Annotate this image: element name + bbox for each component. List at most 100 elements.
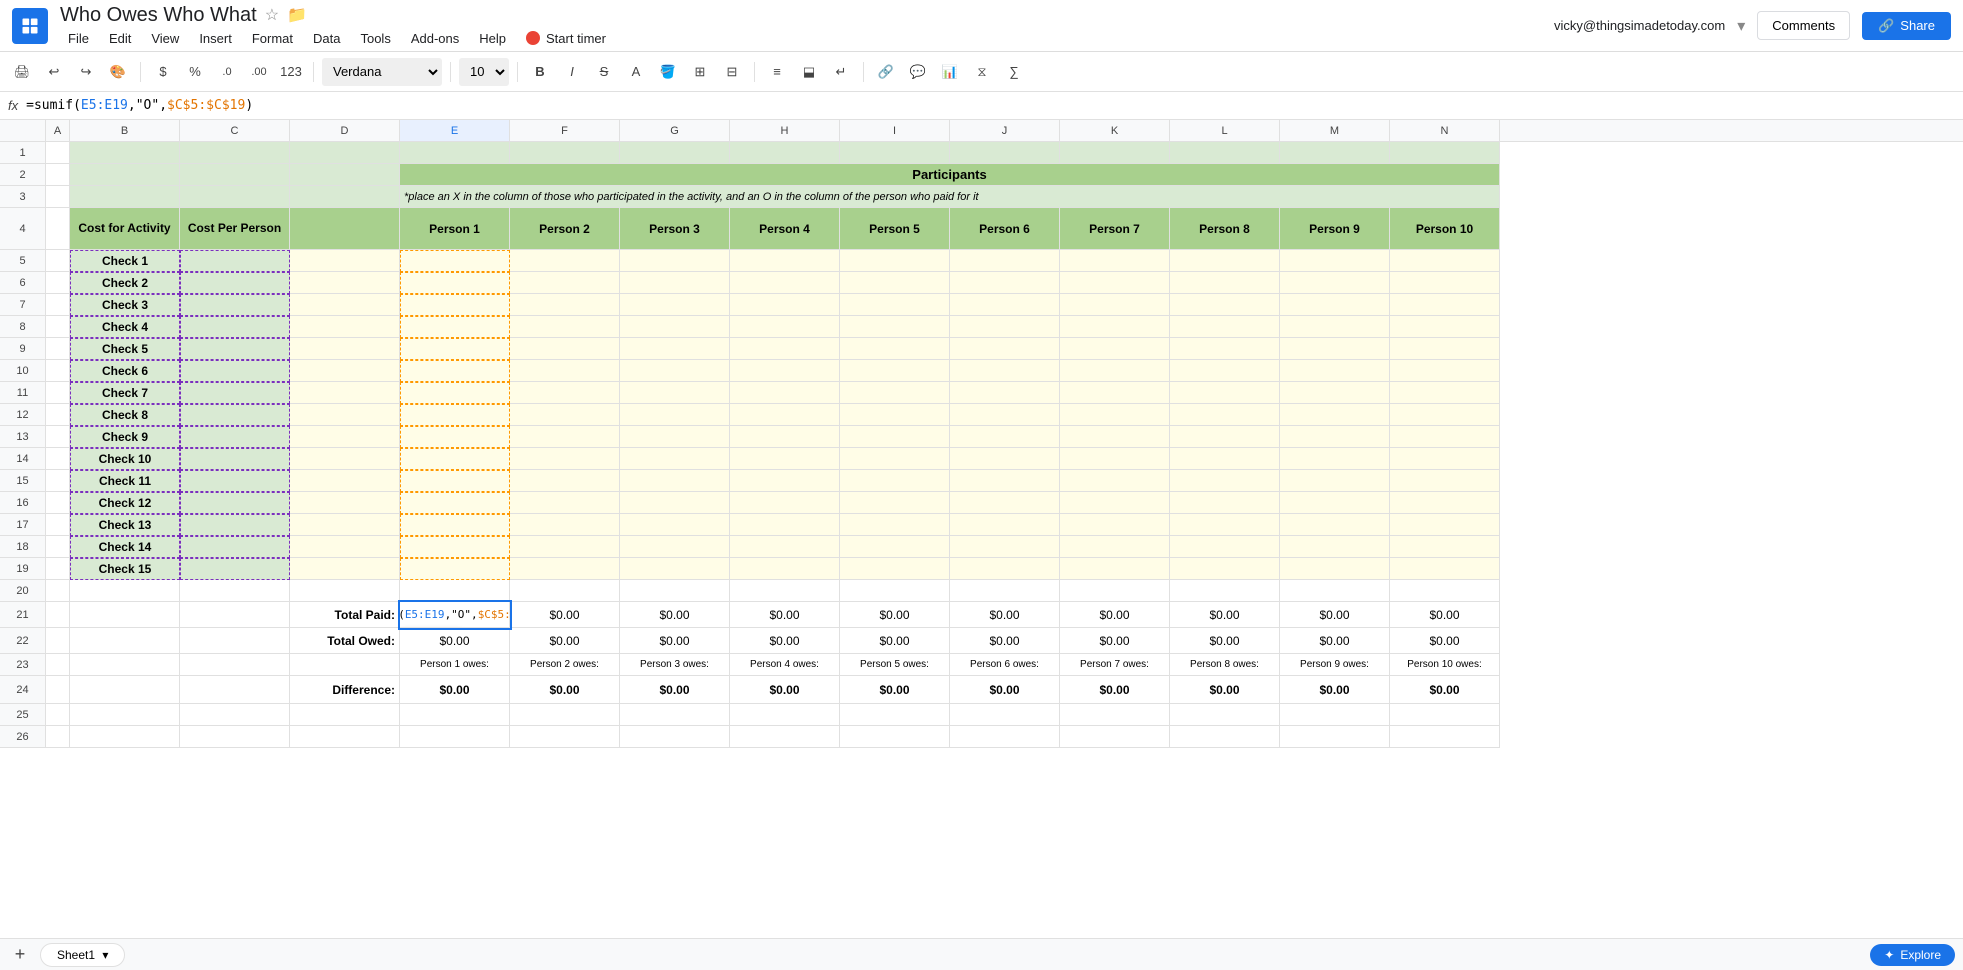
cell-l5[interactable]: [1170, 250, 1280, 272]
cell-i21[interactable]: $0.00: [840, 602, 950, 628]
cell-j16[interactable]: [950, 492, 1060, 514]
cell-g22[interactable]: $0.00: [620, 628, 730, 654]
comment-button[interactable]: 💬: [904, 58, 932, 86]
cell-a9[interactable]: [46, 338, 70, 360]
cell-k12[interactable]: [1060, 404, 1170, 426]
cell-h13[interactable]: [730, 426, 840, 448]
cell-n16[interactable]: [1390, 492, 1500, 514]
cell-c23[interactable]: [180, 654, 290, 676]
cell-l17[interactable]: [1170, 514, 1280, 536]
cell-m21[interactable]: $0.00: [1280, 602, 1390, 628]
col-header-l[interactable]: L: [1170, 120, 1280, 141]
cell-c2[interactable]: [180, 164, 290, 186]
col-header-d[interactable]: D: [290, 120, 400, 141]
cell-c20[interactable]: [180, 580, 290, 602]
function-button[interactable]: ∑: [1000, 58, 1028, 86]
cell-l18[interactable]: [1170, 536, 1280, 558]
cell-h18[interactable]: [730, 536, 840, 558]
cell-j11[interactable]: [950, 382, 1060, 404]
cell-a19[interactable]: [46, 558, 70, 580]
cell-k22[interactable]: $0.00: [1060, 628, 1170, 654]
cell-f19[interactable]: [510, 558, 620, 580]
cell-m5[interactable]: [1280, 250, 1390, 272]
cell-k1[interactable]: [1060, 142, 1170, 164]
menu-edit[interactable]: Edit: [101, 29, 139, 48]
cell-a7[interactable]: [46, 294, 70, 316]
cell-j7[interactable]: [950, 294, 1060, 316]
redo-button[interactable]: ↪: [72, 58, 100, 86]
cell-l7[interactable]: [1170, 294, 1280, 316]
cell-m6[interactable]: [1280, 272, 1390, 294]
cell-f23[interactable]: Person 2 owes:: [510, 654, 620, 676]
cell-c22[interactable]: [180, 628, 290, 654]
italic-button[interactable]: I: [558, 58, 586, 86]
cell-l16[interactable]: [1170, 492, 1280, 514]
cell-g8[interactable]: [620, 316, 730, 338]
cell-k14[interactable]: [1060, 448, 1170, 470]
cell-d16[interactable]: [290, 492, 400, 514]
cell-f8[interactable]: [510, 316, 620, 338]
col-header-j[interactable]: J: [950, 120, 1060, 141]
cell-j25[interactable]: [950, 704, 1060, 726]
cell-e10[interactable]: [400, 360, 510, 382]
cell-f20[interactable]: [510, 580, 620, 602]
col-header-i[interactable]: I: [840, 120, 950, 141]
menu-insert[interactable]: Insert: [191, 29, 240, 48]
total-paid-label[interactable]: Total Paid:: [290, 602, 400, 628]
cell-m22[interactable]: $0.00: [1280, 628, 1390, 654]
cell-c25[interactable]: [180, 704, 290, 726]
check-name-6[interactable]: Check 2: [70, 272, 180, 294]
cell-a2[interactable]: [46, 164, 70, 186]
cell-e19[interactable]: [400, 558, 510, 580]
cell-j10[interactable]: [950, 360, 1060, 382]
cell-l26[interactable]: [1170, 726, 1280, 748]
cell-k9[interactable]: [1060, 338, 1170, 360]
cell-a23[interactable]: [46, 654, 70, 676]
cell-k13[interactable]: [1060, 426, 1170, 448]
cell-n22[interactable]: $0.00: [1390, 628, 1500, 654]
cell-n26[interactable]: [1390, 726, 1500, 748]
check-name-17[interactable]: Check 13: [70, 514, 180, 536]
start-timer-button[interactable]: Start timer: [526, 29, 606, 48]
cell-h1[interactable]: [730, 142, 840, 164]
cell-m26[interactable]: [1280, 726, 1390, 748]
cell-a8[interactable]: [46, 316, 70, 338]
cell-l4[interactable]: Person 8: [1170, 208, 1280, 250]
cell-g6[interactable]: [620, 272, 730, 294]
cell-a14[interactable]: [46, 448, 70, 470]
check-name-10[interactable]: Check 6: [70, 360, 180, 382]
cell-c10[interactable]: [180, 360, 290, 382]
cell-i9[interactable]: [840, 338, 950, 360]
cell-i25[interactable]: [840, 704, 950, 726]
cell-j14[interactable]: [950, 448, 1060, 470]
cell-i1[interactable]: [840, 142, 950, 164]
cell-i13[interactable]: [840, 426, 950, 448]
cell-d8[interactable]: [290, 316, 400, 338]
cell-e24[interactable]: $0.00: [400, 676, 510, 704]
cell-k4[interactable]: Person 7: [1060, 208, 1170, 250]
cell-h9[interactable]: [730, 338, 840, 360]
cell-m12[interactable]: [1280, 404, 1390, 426]
menu-view[interactable]: View: [143, 29, 187, 48]
format-number-button[interactable]: 123: [277, 58, 305, 86]
check-name-19[interactable]: Check 15: [70, 558, 180, 580]
cell-b26[interactable]: [70, 726, 180, 748]
cell-j22[interactable]: $0.00: [950, 628, 1060, 654]
cell-g9[interactable]: [620, 338, 730, 360]
cell-f26[interactable]: [510, 726, 620, 748]
cell-a13[interactable]: [46, 426, 70, 448]
cell-j26[interactable]: [950, 726, 1060, 748]
cell-n17[interactable]: [1390, 514, 1500, 536]
font-size-selector[interactable]: 10: [459, 58, 509, 86]
cell-g24[interactable]: $0.00: [620, 676, 730, 704]
cell-g23[interactable]: Person 3 owes:: [620, 654, 730, 676]
cell-g21[interactable]: $0.00: [620, 602, 730, 628]
cell-n18[interactable]: [1390, 536, 1500, 558]
cell-e8[interactable]: [400, 316, 510, 338]
cell-f10[interactable]: [510, 360, 620, 382]
col-header-f[interactable]: F: [510, 120, 620, 141]
cell-c12[interactable]: [180, 404, 290, 426]
cell-m1[interactable]: [1280, 142, 1390, 164]
chart-button[interactable]: 📊: [936, 58, 964, 86]
cell-m20[interactable]: [1280, 580, 1390, 602]
